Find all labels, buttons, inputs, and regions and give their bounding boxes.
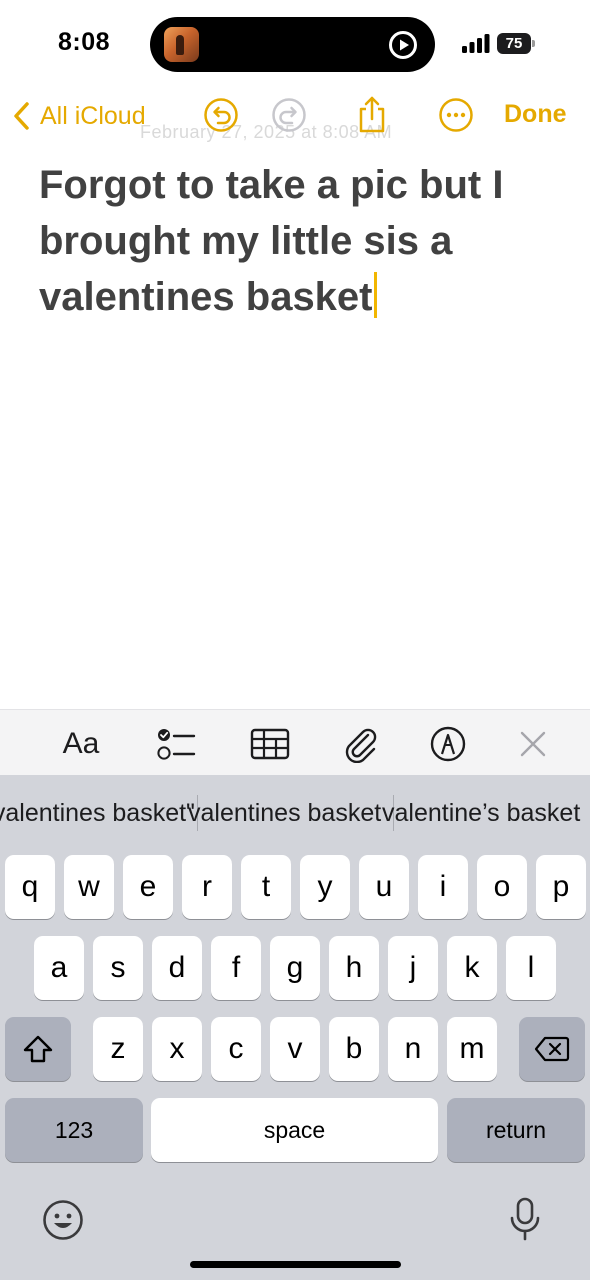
key-r[interactable]: r [182,855,232,919]
back-button-label: All iCloud [40,101,146,130]
status-bar: 8:08 75 [0,0,590,88]
key-f[interactable]: f [211,936,261,1000]
key-i[interactable]: i [418,855,468,919]
now-playing-artwork[interactable] [164,27,199,62]
done-button[interactable]: Done [504,100,567,129]
ellipsis-circle-icon [439,98,473,132]
paperclip-icon [345,728,377,763]
table-button[interactable] [248,722,292,766]
status-time: 8:08 [58,28,111,56]
key-w[interactable]: w [64,855,114,919]
key-a[interactable]: a [34,936,84,1000]
battery-tip [532,40,535,47]
markup-button[interactable] [426,722,470,766]
attachment-button[interactable] [339,722,383,766]
more-button[interactable] [436,95,476,135]
key-s[interactable]: s [93,936,143,1000]
key-k[interactable]: k [447,936,497,1000]
microphone-icon[interactable] [508,1196,542,1242]
space-key[interactable]: space [151,1098,438,1162]
key-q[interactable]: q [5,855,55,919]
checklist-icon [157,729,196,760]
key-p[interactable]: p [536,855,586,919]
key-c[interactable]: c [211,1017,261,1081]
key-l[interactable]: l [506,936,556,1000]
cellular-signal-icon [462,34,490,53]
key-b[interactable]: b [329,1017,379,1081]
home-indicator[interactable] [190,1261,401,1268]
text-cursor [373,272,377,318]
key-z[interactable]: z [93,1017,143,1081]
back-button[interactable]: All iCloud [12,96,146,136]
redo-icon [272,98,306,132]
key-y[interactable]: y [300,855,350,919]
key-t[interactable]: t [241,855,291,919]
keyboard: "valentines basket" valentines basket va… [0,775,590,1280]
key-h[interactable]: h [329,936,379,1000]
close-icon [520,731,546,757]
text-style-button[interactable]: Aa [59,722,103,766]
chevron-left-icon [14,102,29,130]
key-j[interactable]: j [388,936,438,1000]
note-editor[interactable]: Forgot to take a pic but I brought my li… [39,157,559,325]
shift-icon [23,1035,53,1063]
suggestion-quoted[interactable]: "valentines basket" [0,799,195,828]
numbers-key[interactable]: 123 [5,1098,143,1162]
backspace-icon [534,1036,570,1062]
screen-recording-icon[interactable] [388,30,418,60]
suggestion-bar: "valentines basket" valentines basket va… [0,775,590,853]
share-button[interactable] [352,95,392,135]
suggestion-alternate[interactable]: valentine’s basket [382,799,580,828]
key-u[interactable]: u [359,855,409,919]
markup-pen-icon [430,726,466,762]
checklist-button[interactable] [154,722,198,766]
key-v[interactable]: v [270,1017,320,1081]
key-d[interactable]: d [152,936,202,1000]
key-o[interactable]: o [477,855,527,919]
formatting-toolbar: Aa [0,709,590,775]
battery-icon: 75 [497,33,535,54]
key-n[interactable]: n [388,1017,438,1081]
undo-button[interactable] [201,95,241,135]
redo-button[interactable] [269,95,309,135]
nav-bar: February 27, 2025 at 8:08 AM All iCloud [0,88,590,148]
shift-key[interactable] [5,1017,71,1081]
suggestion-primary[interactable]: valentines basket [188,799,381,828]
share-icon [359,96,385,133]
table-icon [250,728,290,760]
note-text: Forgot to take a pic but I brought my li… [39,163,504,319]
key-e[interactable]: e [123,855,173,919]
key-m[interactable]: m [447,1017,497,1081]
emoji-icon[interactable] [42,1199,84,1241]
delete-key[interactable] [519,1017,585,1081]
key-g[interactable]: g [270,936,320,1000]
battery-level: 75 [497,33,531,54]
dynamic-island[interactable] [150,17,435,72]
close-toolbar-button[interactable] [511,722,555,766]
return-key[interactable]: return [447,1098,585,1162]
undo-icon [204,98,238,132]
key-x[interactable]: x [152,1017,202,1081]
